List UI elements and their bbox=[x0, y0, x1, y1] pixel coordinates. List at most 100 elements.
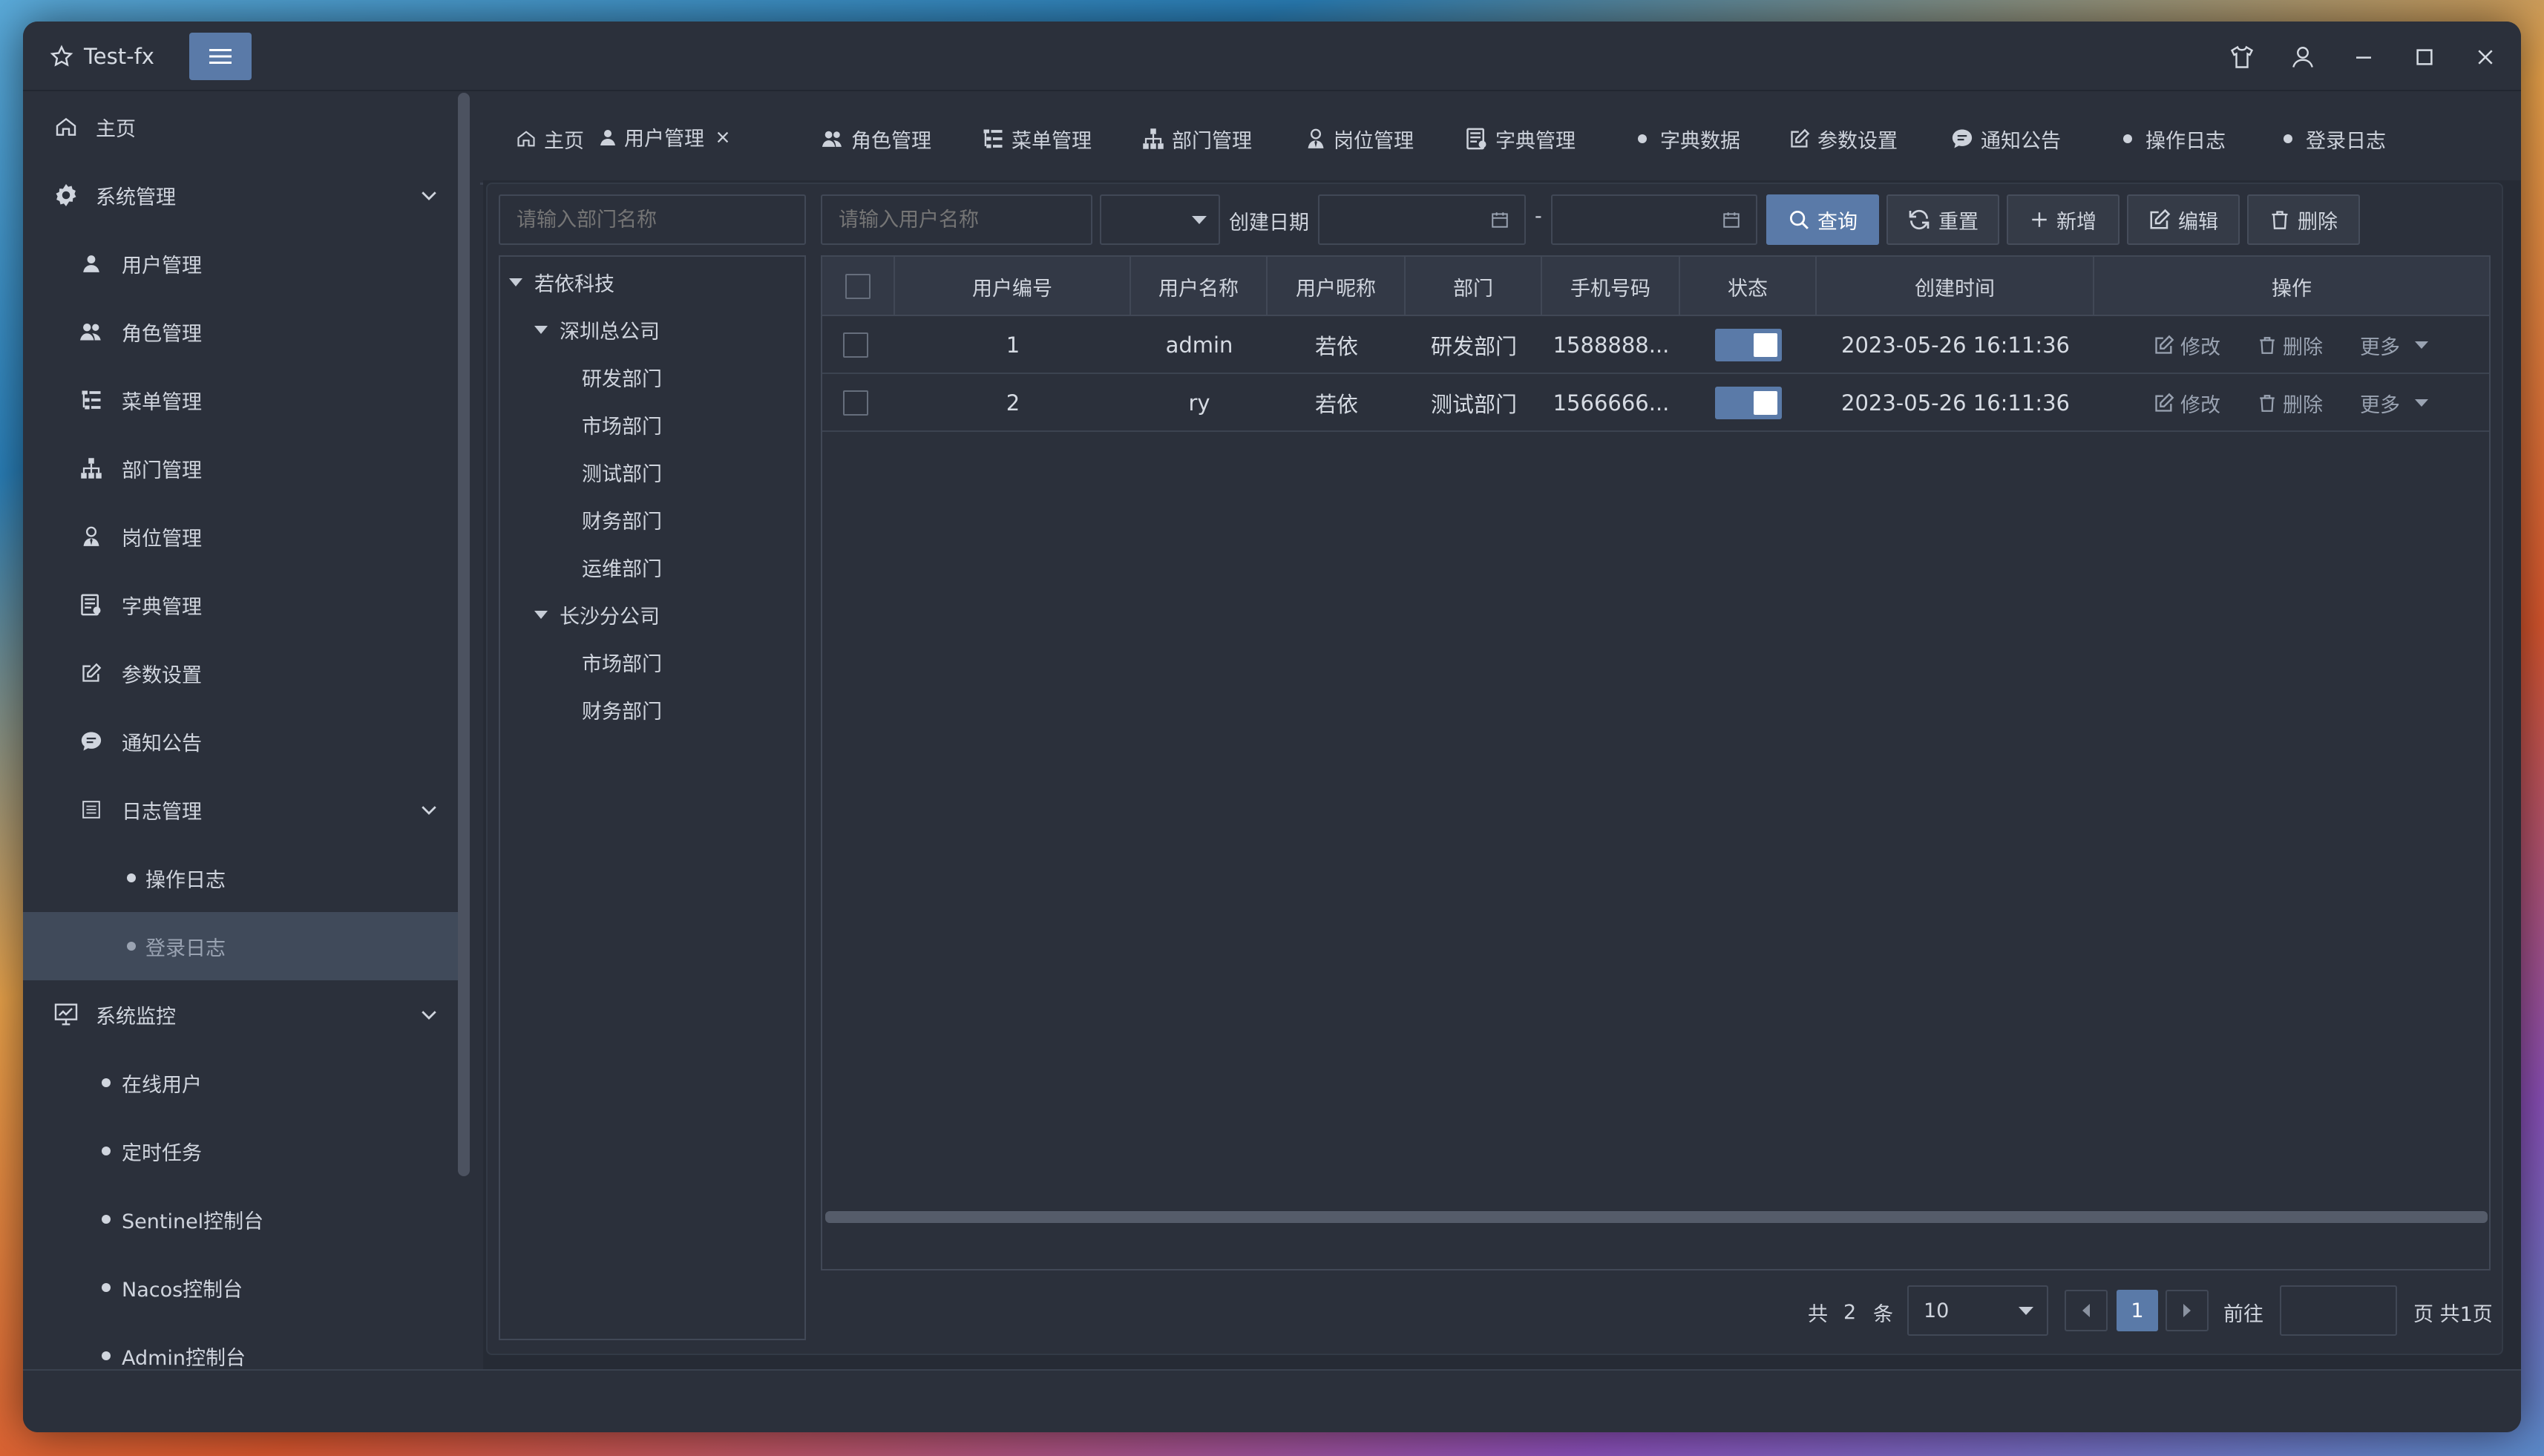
tree-node-sz[interactable]: 深圳总公司 bbox=[534, 309, 660, 350]
tree-node-root[interactable]: 若依科技 bbox=[509, 261, 614, 303]
add-button[interactable]: 新增 bbox=[2007, 194, 2120, 245]
prev-page-button[interactable] bbox=[2065, 1290, 2108, 1331]
tab-dept[interactable]: 部门管理 bbox=[1142, 93, 1252, 185]
cell-create-time: 2023-05-26 16:11:36 bbox=[1841, 390, 2070, 416]
tab-logininfor[interactable]: 登录日志 bbox=[2284, 93, 2386, 185]
maximize-icon[interactable] bbox=[2410, 42, 2439, 72]
tab-notice[interactable]: 通知公告 bbox=[1951, 93, 2061, 185]
sidebar-item-online[interactable]: 在线用户 bbox=[23, 1049, 458, 1117]
title-bar: Test-fx bbox=[23, 22, 2521, 91]
tab-role[interactable]: 角色管理 bbox=[822, 93, 931, 185]
close-icon[interactable] bbox=[715, 129, 731, 145]
sidebar-item-operlog[interactable]: 操作日志 bbox=[23, 844, 458, 912]
cell-user-id: 2 bbox=[1006, 390, 1020, 416]
dept-search-input[interactable] bbox=[499, 194, 806, 245]
close-icon[interactable] bbox=[2471, 42, 2500, 72]
tree-node-cs[interactable]: 长沙分公司 bbox=[534, 594, 660, 635]
tree-node[interactable]: 运维部门 bbox=[582, 546, 662, 588]
tab-dict-data[interactable]: 字典数据 bbox=[1638, 93, 1740, 185]
table-horizontal-scrollbar[interactable] bbox=[825, 1211, 2488, 1223]
page-size-select[interactable]: 10 bbox=[1907, 1285, 2048, 1336]
sidebar-item-user[interactable]: 用户管理 bbox=[23, 229, 458, 298]
sidebar-item-menu[interactable]: 菜单管理 bbox=[23, 366, 458, 434]
tree-node-label: 财务部门 bbox=[582, 510, 662, 534]
select-all-checkbox[interactable] bbox=[845, 274, 871, 299]
query-button[interactable]: 查询 bbox=[1766, 194, 1879, 245]
user-icon bbox=[76, 249, 106, 278]
status-toggle[interactable] bbox=[1715, 329, 1782, 361]
sidebar-item-system[interactable]: 系统管理 bbox=[23, 161, 458, 229]
dictionary-icon bbox=[76, 590, 106, 620]
query-label: 查询 bbox=[1817, 210, 1858, 234]
sidebar-item-admin[interactable]: Admin控制台 bbox=[23, 1322, 458, 1369]
tab-user[interactable]: 用户管理 bbox=[599, 93, 764, 185]
edit-button[interactable]: 编辑 bbox=[2127, 194, 2240, 245]
tab-config[interactable]: 参数设置 bbox=[1789, 93, 1898, 185]
user-icon[interactable] bbox=[2288, 42, 2318, 72]
menu-tree-icon bbox=[76, 385, 106, 415]
sidebar-item-label: 岗位管理 bbox=[122, 527, 202, 551]
row-delete-button[interactable]: 删除 bbox=[2258, 331, 2323, 360]
tree-node[interactable]: 市场部门 bbox=[582, 404, 662, 445]
cell-dept: 研发部门 bbox=[1430, 334, 1517, 359]
status-select[interactable] bbox=[1100, 194, 1220, 245]
sidebar-item-dept[interactable]: 部门管理 bbox=[23, 434, 458, 502]
reset-button[interactable]: 重置 bbox=[1886, 194, 1999, 245]
current-page-label: 1 bbox=[2131, 1299, 2144, 1322]
sidebar-item-log[interactable]: 日志管理 bbox=[23, 775, 458, 844]
tree-node[interactable]: 财务部门 bbox=[582, 499, 662, 540]
sidebar-item-config[interactable]: 参数设置 bbox=[23, 639, 458, 707]
sidebar-item-dict[interactable]: 字典管理 bbox=[23, 571, 458, 639]
table-row[interactable]: 1 admin 若依 研发部门 1588888... 2023-05-26 16… bbox=[822, 316, 2489, 374]
user-search-field[interactable] bbox=[839, 208, 1091, 232]
status-toggle[interactable] bbox=[1715, 387, 1782, 419]
tab-menu[interactable]: 菜单管理 bbox=[982, 93, 1092, 185]
sidebar-item-sentinel[interactable]: Sentinel控制台 bbox=[23, 1185, 458, 1253]
sitemap-icon bbox=[1143, 128, 1164, 149]
next-page-button[interactable] bbox=[2166, 1290, 2209, 1331]
sidebar-item-notice[interactable]: 通知公告 bbox=[23, 707, 458, 775]
row-checkbox[interactable] bbox=[843, 332, 868, 358]
row-edit-button[interactable]: 修改 bbox=[2154, 331, 2220, 360]
bullet-icon bbox=[102, 1147, 111, 1155]
sidebar-item-label: 通知公告 bbox=[122, 732, 202, 755]
theme-shirt-icon[interactable] bbox=[2227, 42, 2257, 72]
goto-page-input[interactable] bbox=[2280, 1285, 2397, 1336]
tree-node[interactable]: 财务部门 bbox=[582, 689, 662, 730]
page-1-button[interactable]: 1 bbox=[2117, 1290, 2158, 1331]
minimize-icon[interactable] bbox=[2349, 42, 2379, 72]
sidebar-item-monitor[interactable]: 系统监控 bbox=[23, 980, 458, 1049]
user-icon bbox=[600, 129, 615, 145]
tab-post[interactable]: 岗位管理 bbox=[1305, 93, 1414, 185]
sidebar-item-home[interactable]: 主页 bbox=[23, 93, 458, 161]
edit-icon bbox=[76, 658, 106, 688]
tab-home[interactable]: 主页 bbox=[516, 93, 584, 185]
dept-search-field[interactable] bbox=[517, 208, 804, 232]
sidebar-item-job[interactable]: 定时任务 bbox=[23, 1117, 458, 1185]
table-row[interactable]: 2 ry 若依 测试部门 1566666... 2023-05-26 16:11… bbox=[822, 374, 2489, 432]
sidebar-item-nacos[interactable]: Nacos控制台 bbox=[23, 1253, 458, 1322]
start-date-picker[interactable] bbox=[1318, 194, 1526, 245]
user-search-input[interactable] bbox=[821, 194, 1092, 245]
tree-node[interactable]: 测试部门 bbox=[582, 451, 662, 493]
delete-button[interactable]: 删除 bbox=[2247, 194, 2360, 245]
end-date-picker[interactable] bbox=[1551, 194, 1757, 245]
menu-toggle-button[interactable] bbox=[189, 33, 252, 80]
sidebar-item-logininfor[interactable]: 登录日志 bbox=[23, 912, 458, 980]
sidebar-item-label: Sentinel控制台 bbox=[122, 1210, 264, 1233]
tab-dict[interactable]: 字典管理 bbox=[1466, 93, 1576, 185]
tree-node[interactable]: 市场部门 bbox=[582, 641, 662, 683]
caret-down-icon bbox=[2019, 1306, 2033, 1315]
date-label: 创建日期 bbox=[1229, 211, 1309, 235]
row-delete-button[interactable]: 删除 bbox=[2258, 389, 2323, 418]
row-edit-button[interactable]: 修改 bbox=[2154, 389, 2220, 418]
row-more-button[interactable]: 更多 bbox=[2360, 389, 2428, 418]
row-more-button[interactable]: 更多 bbox=[2360, 331, 2428, 360]
calendar-icon bbox=[1723, 212, 1740, 228]
sidebar-scrollbar[interactable] bbox=[458, 93, 470, 1176]
sidebar-item-post[interactable]: 岗位管理 bbox=[23, 502, 458, 571]
tree-node[interactable]: 研发部门 bbox=[582, 356, 662, 398]
sidebar-item-role[interactable]: 角色管理 bbox=[23, 298, 458, 366]
row-checkbox[interactable] bbox=[843, 390, 868, 416]
tab-operlog[interactable]: 操作日志 bbox=[2123, 93, 2226, 185]
